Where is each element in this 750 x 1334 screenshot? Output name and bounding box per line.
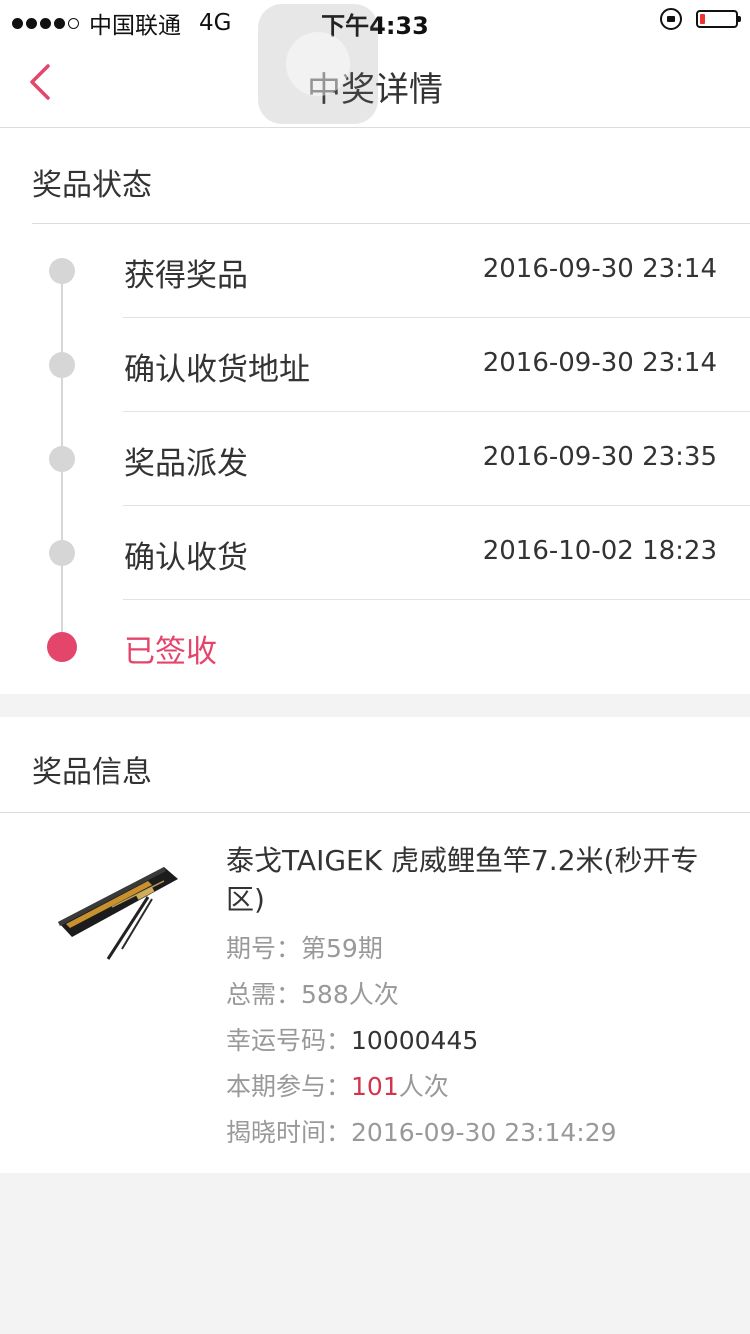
status-bar-right (660, 8, 741, 30)
fishing-rod-image (58, 867, 178, 960)
step-time: 2016-10-02 18:23 (482, 536, 717, 566)
info-row-reveal-time: 揭晓时间：2016-09-30 23:14:29 (226, 1113, 617, 1149)
participation-label: 本期参与： (226, 1072, 352, 1101)
participation-count: 101 (351, 1072, 399, 1101)
timeline-bullet-icon (49, 258, 75, 284)
participation-unit: 人次 (398, 1072, 449, 1101)
lucky-number-label: 幸运号码： (226, 1026, 352, 1055)
product-image[interactable] (52, 847, 184, 967)
info-row-lucky-number: 幸运号码：10000445 (226, 1021, 478, 1057)
step-time: 2016-09-30 23:35 (482, 442, 717, 472)
timeline-step-current: 已签收 (0, 600, 750, 694)
divider (0, 812, 750, 813)
timeline-bullet-icon (49, 446, 75, 472)
prize-info-section: 奖品信息 泰戈TAIGEK 虎威鲤鱼竿7.2米(秒开专区) 期号：第59期 总需… (0, 717, 750, 1173)
lucky-number-value: 10000445 (351, 1026, 479, 1055)
info-row-total: 总需：588人次 (226, 975, 399, 1011)
total-value: 588人次 (301, 980, 399, 1009)
rotation-lock-icon (660, 8, 682, 30)
step-label: 确认收货地址 (124, 352, 310, 388)
timeline-step: 确认收货地址 2016-09-30 23:14 (0, 318, 750, 412)
timeline-bullet-active-icon (47, 632, 77, 662)
total-label: 总需： (226, 980, 302, 1009)
info-row-period: 期号：第59期 (226, 929, 383, 965)
timeline-step: 奖品派发 2016-09-30 23:35 (0, 412, 750, 506)
period-value: 第59期 (301, 934, 383, 963)
product-title[interactable]: 泰戈TAIGEK 虎威鲤鱼竿7.2米(秒开专区) (226, 841, 726, 919)
info-row-participation: 本期参与：101人次 (226, 1067, 449, 1103)
step-time: 2016-09-30 23:14 (482, 348, 717, 378)
timeline-bullet-icon (49, 540, 75, 566)
reveal-time-value: 2016-09-30 23:14:29 (351, 1118, 617, 1147)
step-label: 已签收 (124, 634, 217, 670)
prize-status-title: 奖品状态 (32, 168, 152, 203)
battery-level (700, 14, 705, 24)
prize-status-section: 奖品状态 获得奖品 2016-09-30 23:14 确认收货地址 2016-0… (0, 128, 750, 694)
step-label: 确认收货 (124, 540, 248, 576)
step-time: 2016-09-30 23:14 (482, 254, 717, 284)
step-label: 获得奖品 (124, 258, 248, 294)
timeline-step: 确认收货 2016-10-02 18:23 (0, 506, 750, 600)
period-label: 期号： (226, 934, 302, 963)
battery-icon (696, 10, 741, 28)
reveal-time-label: 揭晓时间： (226, 1118, 352, 1147)
timeline-bullet-icon (49, 352, 75, 378)
step-label: 奖品派发 (124, 446, 248, 482)
assistive-touch-button[interactable] (258, 4, 378, 124)
prize-info-title: 奖品信息 (32, 755, 152, 790)
timeline-step: 获得奖品 2016-09-30 23:14 (0, 224, 750, 318)
